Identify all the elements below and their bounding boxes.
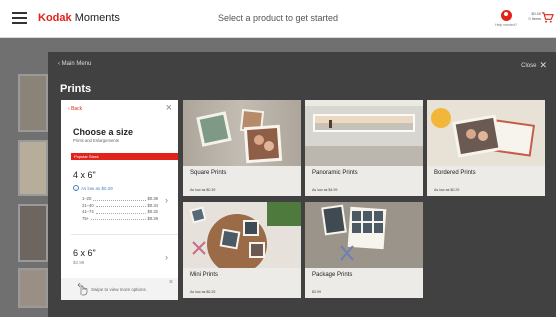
panel-subheading: Prints and Enlargements xyxy=(73,138,119,143)
help-button[interactable]: Help needed? xyxy=(494,10,518,27)
back-link[interactable]: ‹ Back xyxy=(68,106,82,112)
swipe-hint-text: Swipe to view more options xyxy=(91,287,146,292)
background-thumbnail xyxy=(18,140,48,196)
swipe-hint: Swipe to view more options × xyxy=(61,278,178,300)
chevron-right-icon[interactable]: › xyxy=(165,195,168,205)
cart-summary[interactable]: $0.00 0 Items xyxy=(521,12,541,22)
close-icon[interactable]: × xyxy=(169,279,173,286)
swipe-hand-icon xyxy=(77,282,88,296)
product-name: Package Prints xyxy=(312,272,353,278)
close-icon[interactable]: × xyxy=(166,102,172,114)
background-thumbnail xyxy=(18,74,48,132)
product-name: Square Prints xyxy=(190,170,227,176)
chevron-right-icon[interactable]: › xyxy=(165,252,168,262)
help-label: Help needed? xyxy=(495,23,517,27)
top-bar: Kodak Moments Select a product to get st… xyxy=(0,0,556,38)
product-tile-mini-prints[interactable]: Mini Prints As low as $0.25 xyxy=(183,202,301,298)
user-help-icon xyxy=(500,10,512,21)
mini-prints-image xyxy=(183,202,301,268)
bordered-prints-image xyxy=(427,100,545,166)
price-tiers: 1–20 $0.39 21–40 $0.34 41–74 $0.32 75+ $0.29 xyxy=(82,196,158,222)
divider xyxy=(71,234,178,235)
info-icon: i xyxy=(73,185,79,191)
price-tier: 75+ $0.29 xyxy=(82,215,158,221)
prints-overlay: ‹ Main Menu Close ✕ Prints ‹ Back × Choos… xyxy=(48,52,556,317)
product-tile-square-prints[interactable]: Square Prints As low as $0.39 xyxy=(183,100,301,196)
size-option-6x6[interactable]: 6 x 6" xyxy=(73,248,96,258)
size-chooser-panel: ‹ Back × Choose a size Prints and Enlarg… xyxy=(61,100,178,300)
product-price: As low as $0.25 xyxy=(190,290,216,294)
square-prints-image xyxy=(183,100,301,166)
product-tile-panoramic-prints[interactable]: Panoramic Prints As low as $4.99 xyxy=(305,100,423,196)
main-menu-link[interactable]: ‹ Main Menu xyxy=(58,61,91,67)
package-prints-image xyxy=(305,202,423,268)
product-name: Bordered Prints xyxy=(434,170,476,176)
cart-icon[interactable] xyxy=(541,11,554,24)
popular-sizes-label: Popular Sizes xyxy=(71,153,178,160)
product-price: As low as $4.99 xyxy=(312,188,338,192)
size-option-price: $2.99 xyxy=(73,260,85,265)
product-name: Mini Prints xyxy=(190,272,219,278)
background-thumbnail xyxy=(18,204,48,262)
cart-items: 0 Items xyxy=(528,17,541,21)
size-option-4x6[interactable]: 4 x 6" xyxy=(73,170,96,180)
background-thumbnail xyxy=(18,268,48,308)
close-icon: ✕ xyxy=(539,60,547,70)
product-tile-package-prints[interactable]: Package Prints $3.99 xyxy=(305,202,423,298)
product-tile-bordered-prints[interactable]: Bordered Prints As low as $0.29 xyxy=(427,100,545,196)
page-prompt: Select a product to get started xyxy=(217,13,339,23)
panoramic-prints-image xyxy=(305,100,423,166)
product-name: Panoramic Prints xyxy=(312,170,358,176)
panel-heading: Choose a size xyxy=(73,127,134,137)
close-button[interactable]: Close ✕ xyxy=(521,60,547,71)
section-title: Prints xyxy=(60,83,92,95)
as-low-as-info: i As low as $0.29 xyxy=(73,185,113,191)
product-price: $3.99 xyxy=(312,290,321,294)
product-price: As low as $0.39 xyxy=(190,188,216,192)
product-price: As low as $0.29 xyxy=(434,188,460,192)
